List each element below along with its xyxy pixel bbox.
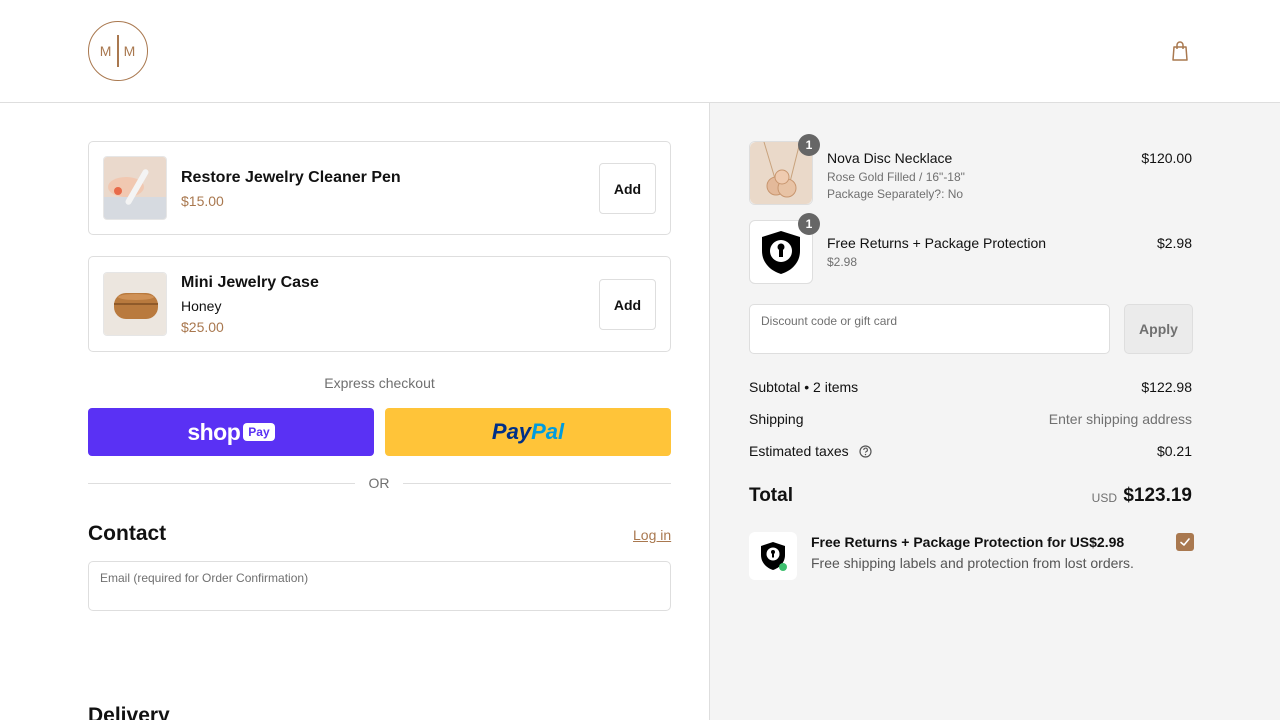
line-item-name: Nova Disc Necklace bbox=[827, 150, 953, 166]
upsell-card: Restore Jewelry Cleaner Pen $15.00 Add bbox=[88, 141, 671, 235]
express-checkout-label: Express checkout bbox=[324, 375, 435, 391]
protection-title: Free Returns + Package Protection for US… bbox=[811, 534, 1125, 550]
or-separator: OR bbox=[368, 475, 390, 491]
shield-check-icon bbox=[761, 542, 787, 571]
discount-code-input[interactable]: Discount code or gift card bbox=[749, 304, 1110, 354]
shop-pay-badge: Pay bbox=[243, 423, 275, 441]
checkmark-icon bbox=[1180, 538, 1190, 546]
paypal-button[interactable]: Pay Pal bbox=[385, 408, 671, 456]
apply-discount-button[interactable]: Apply bbox=[1124, 304, 1193, 354]
line-item-variant: Rose Gold Filled / 16"-18" bbox=[827, 170, 965, 184]
total-currency: USD bbox=[1091, 491, 1117, 505]
help-icon[interactable] bbox=[858, 445, 872, 458]
paypal-wordmark-pay: Pay bbox=[491, 419, 532, 444]
line-item-image: 1 bbox=[749, 134, 820, 205]
taxes-value: $0.21 bbox=[1156, 443, 1192, 459]
quantity-badge: 1 bbox=[798, 213, 820, 235]
upsell-title: Restore Jewelry Cleaner Pen bbox=[181, 169, 401, 186]
header: M M bbox=[0, 0, 1280, 103]
taxes-label: Estimated taxes bbox=[749, 443, 849, 459]
shield-lock-icon bbox=[762, 231, 800, 274]
shipping-label: Shipping bbox=[749, 411, 804, 427]
total-value: $123.19 bbox=[1123, 485, 1192, 506]
subtotal-value: $122.98 bbox=[1141, 379, 1192, 395]
shopping-bag-icon[interactable] bbox=[1170, 40, 1190, 62]
divider bbox=[88, 483, 355, 484]
contact-heading: Contact bbox=[88, 522, 167, 545]
taxes-row: Estimated taxes bbox=[749, 443, 872, 459]
protection-logo bbox=[749, 532, 797, 580]
email-field-label: Email (required for Order Confirmation) bbox=[100, 571, 309, 585]
delivery-heading: Delivery bbox=[88, 704, 170, 720]
logo-letter-right: M bbox=[123, 43, 137, 59]
login-link[interactable]: Log in bbox=[633, 527, 671, 543]
quantity-badge: 1 bbox=[798, 134, 820, 156]
shop-pay-wordmark: shop bbox=[187, 418, 241, 445]
upsell-card: Mini Jewelry Case Honey $25.00 Add bbox=[88, 256, 671, 352]
shop-pay-button[interactable]: shop Pay bbox=[88, 408, 374, 456]
brand-logo[interactable]: M M bbox=[88, 21, 148, 81]
protection-checkbox[interactable] bbox=[1176, 533, 1194, 551]
line-item-image: 1 bbox=[749, 213, 820, 284]
line-item-name: Free Returns + Package Protection bbox=[827, 235, 1047, 251]
upsell-product-image bbox=[103, 156, 167, 220]
protection-description: Free shipping labels and protection from… bbox=[811, 555, 1134, 571]
add-upsell-button[interactable]: Add bbox=[599, 279, 656, 330]
total-label: Total bbox=[749, 485, 793, 506]
email-field[interactable]: Email (required for Order Confirmation) bbox=[88, 561, 671, 611]
add-upsell-button[interactable]: Add bbox=[599, 163, 656, 214]
upsell-title: Mini Jewelry Case bbox=[181, 274, 319, 291]
discount-field-label: Discount code or gift card bbox=[761, 314, 898, 328]
logo-letter-left: M bbox=[99, 43, 113, 59]
logo-divider bbox=[117, 35, 119, 67]
line-item-option: Package Separately?: No bbox=[827, 187, 964, 201]
line-item-variant: $2.98 bbox=[827, 255, 858, 269]
divider bbox=[403, 483, 671, 484]
subtotal-label: Subtotal • 2 items bbox=[749, 379, 859, 395]
order-summary: 1 Nova Disc Necklace Rose Gold Filled / … bbox=[709, 103, 1280, 720]
upsell-variant: Honey bbox=[181, 298, 222, 314]
shipping-value: Enter shipping address bbox=[1048, 411, 1192, 427]
line-item-price: $2.98 bbox=[1156, 235, 1192, 251]
checkout-main: Restore Jewelry Cleaner Pen $15.00 Add M… bbox=[0, 103, 709, 720]
upsell-product-image bbox=[103, 272, 167, 336]
upsell-price: $25.00 bbox=[181, 319, 224, 335]
paypal-wordmark-pal: Pal bbox=[531, 419, 565, 444]
line-item-price: $120.00 bbox=[1141, 150, 1192, 166]
upsell-price: $15.00 bbox=[181, 193, 224, 209]
